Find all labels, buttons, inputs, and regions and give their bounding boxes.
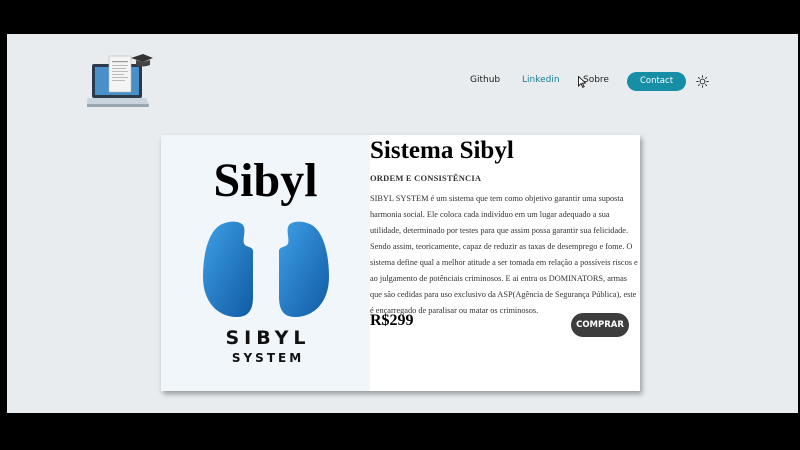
- product-price: R$299: [370, 312, 414, 329]
- product-description: SIBYL SYSTEM é um sistema que tem como o…: [370, 194, 638, 315]
- product-card: Sibyl SIBYL SYSTEM Sistema Sibyl ORDEM E…: [161, 135, 640, 391]
- svg-text:SIBYL: SIBYL: [225, 327, 310, 349]
- sun-icon[interactable]: [696, 75, 709, 88]
- sibyl-system-logo: SIBYL SYSTEM: [225, 327, 310, 365]
- product-brand-word: Sibyl: [213, 154, 318, 207]
- nav-link-linkedin[interactable]: Linkedin: [522, 75, 560, 85]
- lungs-logo-icon: [203, 221, 329, 317]
- product-image: Sibyl SIBYL SYSTEM: [161, 135, 370, 391]
- product-subtitle: ORDEM E CONSISTÊNCIA: [370, 173, 482, 183]
- buy-button[interactable]: COMPRAR: [571, 313, 629, 337]
- contact-button[interactable]: Contact: [627, 72, 686, 91]
- nav-link-sobre[interactable]: Sobre: [583, 75, 609, 85]
- main-nav: Github Linkedin Sobre Contact: [7, 72, 798, 92]
- svg-text:SYSTEM: SYSTEM: [232, 351, 304, 365]
- nav-link-github[interactable]: Github: [470, 75, 500, 85]
- page-viewport: Github Linkedin Sobre Contact Sibyl SIBY…: [7, 34, 798, 413]
- product-title: Sistema Sibyl: [370, 137, 514, 164]
- product-info: Sistema Sibyl ORDEM E CONSISTÊNCIA SIBYL…: [370, 135, 640, 391]
